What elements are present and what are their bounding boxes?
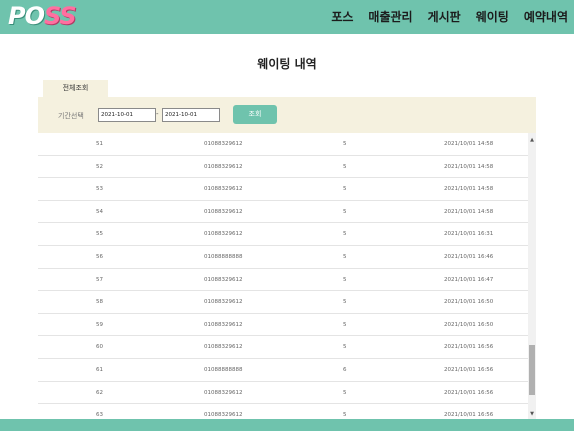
row-number: 57 <box>96 276 103 283</box>
party-size: 5 <box>343 231 347 238</box>
waiting-datetime: 2021/10/01 16:56 <box>444 412 494 419</box>
waiting-datetime: 2021/10/01 14:58 <box>444 163 494 170</box>
logo-text-po: PO <box>8 2 45 30</box>
table-row: 52 01088329612 5 2021/10/01 14:58 <box>38 156 536 179</box>
phone-number: 01088329612 <box>204 344 243 351</box>
table-row: 61 01088888888 6 2021/10/01 16:56 <box>38 359 536 382</box>
row-number: 55 <box>96 231 103 238</box>
party-size: 5 <box>343 208 347 215</box>
phone-number: 01088888888 <box>204 253 243 260</box>
phone-number: 01088329612 <box>204 321 243 328</box>
party-size: 5 <box>343 186 347 193</box>
scroll-thumb[interactable] <box>529 345 535 395</box>
tab-all-inquiry[interactable]: 전체조회 <box>43 80 108 97</box>
page-title: 웨이팅 내역 <box>257 57 317 71</box>
main-nav: 포스 매출관리 게시판 웨이팅 예약내역 <box>331 8 568 25</box>
party-size: 5 <box>343 389 347 396</box>
logo-text-ss: SS <box>44 2 77 30</box>
date-separator: - <box>156 110 159 118</box>
waiting-datetime: 2021/10/01 14:58 <box>444 208 494 215</box>
waiting-datetime: 2021/10/01 16:56 <box>444 366 494 373</box>
party-size: 5 <box>343 141 347 147</box>
party-size: 5 <box>343 412 347 419</box>
nav-item-reservations[interactable]: 예약내역 <box>524 8 568 25</box>
waiting-datetime: 2021/10/01 16:50 <box>444 299 494 306</box>
date-filter-panel: 기간선택 2021-10-01 - 2021-10-01 조회 <box>38 97 536 133</box>
table-row: 56 01088888888 5 2021/10/01 16:46 <box>38 246 536 269</box>
scroll-up-arrow-icon[interactable]: ▲ <box>528 137 536 143</box>
table-row: 57 01088329612 5 2021/10/01 16:47 <box>38 269 536 292</box>
top-navigation-bar: POSS 포스 매출관리 게시판 웨이팅 예약내역 <box>0 0 574 34</box>
table-row: 62 01088329612 5 2021/10/01 16:56 <box>38 382 536 405</box>
table-row: 63 01088329612 5 2021/10/01 16:56 <box>38 404 536 419</box>
start-date-input[interactable]: 2021-10-01 <box>98 108 156 122</box>
table-row: 55 01088329612 5 2021/10/01 16:31 <box>38 223 536 246</box>
nav-item-board[interactable]: 게시판 <box>428 8 461 25</box>
row-number: 51 <box>96 141 103 147</box>
phone-number: 01088329612 <box>204 141 243 147</box>
row-number: 60 <box>96 344 103 351</box>
table-row: 59 01088329612 5 2021/10/01 16:50 <box>38 314 536 337</box>
row-number: 56 <box>96 253 103 260</box>
party-size: 6 <box>343 366 347 373</box>
phone-number: 01088329612 <box>204 231 243 238</box>
row-number: 53 <box>96 186 103 193</box>
party-size: 5 <box>343 344 347 351</box>
row-number: 54 <box>96 208 103 215</box>
bottom-bar <box>0 419 574 431</box>
scroll-down-arrow-icon[interactable]: ▼ <box>528 411 536 417</box>
table-row: 51 01088329612 5 2021/10/01 14:58 <box>38 133 536 156</box>
row-number: 58 <box>96 299 103 306</box>
waiting-datetime: 2021/10/01 16:56 <box>444 389 494 396</box>
search-button[interactable]: 조회 <box>233 105 277 124</box>
party-size: 5 <box>343 253 347 260</box>
waiting-datetime: 2021/10/01 14:58 <box>444 141 494 147</box>
phone-number: 01088329612 <box>204 389 243 396</box>
phone-number: 01088329612 <box>204 208 243 215</box>
row-number: 62 <box>96 389 103 396</box>
table-row: 54 01088329612 5 2021/10/01 14:58 <box>38 201 536 224</box>
waiting-datetime: 2021/10/01 16:31 <box>444 231 494 238</box>
table-row: 60 01088329612 5 2021/10/01 16:56 <box>38 336 536 359</box>
party-size: 5 <box>343 163 347 170</box>
party-size: 5 <box>343 276 347 283</box>
waiting-datetime: 2021/10/01 16:50 <box>444 321 494 328</box>
row-number: 52 <box>96 163 103 170</box>
row-number: 59 <box>96 321 103 328</box>
row-number: 63 <box>96 412 103 419</box>
phone-number: 01088329612 <box>204 299 243 306</box>
waiting-history-table: 51 01088329612 5 2021/10/01 14:58 52 01088329… <box>38 133 536 419</box>
waiting-datetime: 2021/10/01 16:46 <box>444 253 494 260</box>
phone-number: 01088329612 <box>204 412 243 419</box>
phone-number: 01088329612 <box>204 163 243 170</box>
nav-item-sales[interactable]: 매출관리 <box>368 8 412 25</box>
party-size: 5 <box>343 321 347 328</box>
period-label: 기간선택 <box>58 112 84 120</box>
party-size: 5 <box>343 299 347 306</box>
waiting-datetime: 2021/10/01 16:47 <box>444 276 494 283</box>
nav-item-pos[interactable]: 포스 <box>331 8 353 25</box>
end-date-input[interactable]: 2021-10-01 <box>162 108 220 122</box>
phone-number: 01088329612 <box>204 276 243 283</box>
phone-number: 01088329612 <box>204 186 243 193</box>
table-scrollbar[interactable]: ▲ ▼ <box>528 133 536 419</box>
nav-item-waiting[interactable]: 웨이팅 <box>476 8 509 25</box>
row-number: 61 <box>96 366 103 373</box>
poss-logo[interactable]: POSS <box>8 2 77 30</box>
waiting-datetime: 2021/10/01 16:56 <box>444 344 494 351</box>
phone-number: 01088888888 <box>204 366 243 373</box>
table-row: 53 01088329612 5 2021/10/01 14:58 <box>38 178 536 201</box>
waiting-datetime: 2021/10/01 14:58 <box>444 186 494 193</box>
table-row: 58 01088329612 5 2021/10/01 16:50 <box>38 291 536 314</box>
